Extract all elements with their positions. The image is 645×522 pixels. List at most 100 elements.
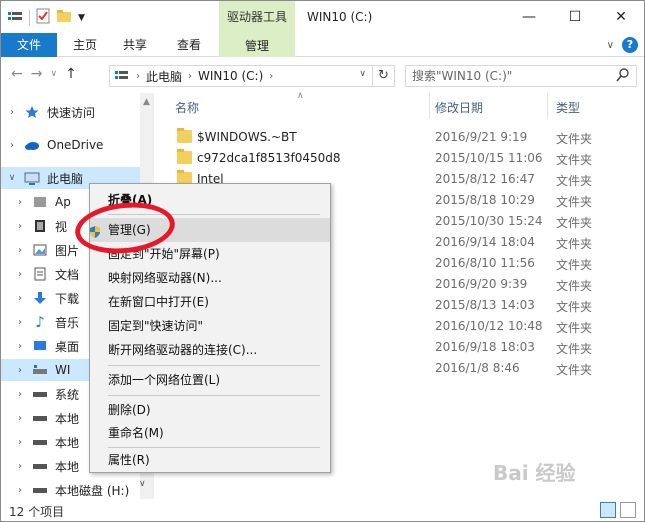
tab-manage[interactable]: 管理 [219,33,295,57]
expand-chevron-icon[interactable]: › [9,269,31,280]
minimize-button[interactable]: — [506,1,552,33]
expand-chevron-icon[interactable]: › [9,365,31,376]
address-row: ← → ∨ ↑ › 此电脑 › WIN10 (C:) › ∨ ↻ 搜索"WIN1… [1,58,644,92]
desktop-icon [31,339,49,353]
file-type: 文件夹 [556,321,593,335]
breadcrumb-drive[interactable]: WIN10 (C:) [198,69,263,83]
item-count: 12 个项目 [9,505,65,519]
expand-chevron-icon[interactable]: › [1,107,23,118]
recent-dropdown-icon[interactable]: ∨ [50,69,57,79]
expand-chevron-icon[interactable]: › [9,197,31,208]
maximize-button[interactable]: ☐ [552,1,598,33]
file-date: 2016/9/21 9:19 [435,130,528,144]
expand-chevron-icon[interactable]: › [9,461,31,472]
breadcrumb-this-pc[interactable]: 此电脑 [146,68,182,85]
file-type: 文件夹 [556,132,593,146]
breadcrumb-chevron-icon[interactable]: › [188,71,192,82]
file-date: 2015/10/15 11:06 [435,151,543,165]
file-name: c972dca1f8513f0450d8 [197,151,341,165]
customize-dropdown-icon[interactable]: ▼ [78,13,85,23]
menu-item-add-network-location[interactable]: 添加一个网络位置(L) [90,368,330,392]
refresh-icon[interactable]: ↻ [372,66,394,86]
expand-chevron-icon[interactable]: › [9,341,31,352]
expand-chevron-icon[interactable]: › [9,485,31,496]
nav-onedrive[interactable]: › OneDrive [1,134,153,156]
tab-share[interactable]: 共享 [113,33,157,57]
expand-chevron-icon[interactable]: › [9,389,31,400]
menu-item-map-drive[interactable]: 映射网络驱动器(N)... [90,266,330,290]
cloud-icon [23,138,41,152]
nav-item-local-drive-h[interactable]: › 本地磁盘 (H:) [1,479,153,501]
column-date[interactable]: 修改日期 [435,99,483,116]
file-type: 文件夹 [556,300,593,314]
table-row[interactable]: $WINDOWS.~BT 2016/9/21 9:19 文件夹 [169,127,644,148]
menu-item-disconnect-drive[interactable]: 断开网络驱动器的连接(C)... [90,338,330,362]
drive-tools-context-title: 驱动器工具 [219,1,295,33]
help-icon[interactable]: ? [622,37,638,53]
column-type[interactable]: 类型 [556,99,580,116]
expand-chevron-icon[interactable]: › [9,221,31,232]
file-date: 2016/8/10 11:56 [435,256,535,270]
sort-ascending-icon: ∧ [297,91,304,101]
windows-drive-icon [31,363,49,377]
tab-home[interactable]: 主页 [63,33,107,57]
expand-chevron-icon[interactable]: › [9,437,31,448]
file-type: 文件夹 [556,195,593,209]
nav-quick-access[interactable]: › 快速访问 [1,101,153,123]
menu-item-pin-quick-access[interactable]: 固定到"快速访问" [90,314,330,338]
expand-ribbon-icon[interactable]: ∨ [607,40,614,51]
file-date: 2015/8/12 16:47 [435,172,535,186]
column-name[interactable]: 名称 [175,99,199,116]
computer-icon [23,171,41,185]
search-input[interactable]: 搜索"WIN10 (C:)" [405,65,637,87]
close-button[interactable]: ✕ [598,1,644,33]
file-type: 文件夹 [556,216,593,230]
star-icon [23,105,41,119]
expand-chevron-icon[interactable]: › [9,293,31,304]
expand-chevron-icon[interactable]: › [1,140,23,151]
menu-item-open-new-window[interactable]: 在新窗口中打开(E) [90,290,330,314]
menu-divider [108,365,320,366]
menu-item-properties[interactable]: 属性(R) [90,448,330,472]
properties-icon[interactable] [36,8,50,27]
back-arrow-icon[interactable]: ← [11,66,23,82]
scroll-down-icon[interactable]: ∨ [139,479,146,489]
file-date: 2016/9/20 9:39 [435,277,528,291]
video-icon [31,219,49,233]
details-view-button[interactable] [600,502,616,518]
file-type: 文件夹 [556,237,593,251]
expand-chevron-icon[interactable]: › [9,317,31,328]
baidu-watermark: Bai 经验 [493,461,576,485]
file-date: 2015/8/18 10:29 [435,193,535,207]
breadcrumb-chevron-icon[interactable]: › [136,71,140,82]
file-type: 文件夹 [556,363,593,377]
column-divider[interactable] [429,93,430,119]
download-arrow-icon [31,291,49,305]
drive-icon [31,483,49,497]
address-dropdown-icon[interactable]: ∨ [359,69,366,79]
table-row[interactable]: c972dca1f8513f0450d8 2015/10/15 11:06 文件夹 [169,148,644,169]
large-icons-view-button[interactable] [620,502,636,518]
new-folder-icon[interactable] [56,9,72,26]
menu-item-rename[interactable]: 重命名(M) [90,421,330,445]
drive-icon [31,435,49,449]
expand-chevron-icon[interactable]: › [9,413,31,424]
scroll-up-icon[interactable]: ▲ [143,97,150,107]
column-divider[interactable] [547,93,548,119]
search-placeholder: 搜索"WIN10 (C:)" [412,69,513,83]
menu-item-delete[interactable]: 删除(D) [90,398,330,422]
explorer-icon[interactable] [7,9,23,26]
expand-chevron-icon[interactable]: › [9,245,31,256]
apps-folder-icon [31,195,49,209]
breadcrumb-chevron-icon[interactable]: › [269,71,273,82]
tab-file[interactable]: 文件 [1,33,57,57]
toolbar-divider [29,9,30,26]
folder-icon [177,128,192,143]
file-list-header: 名称 ∧ 修改日期 类型 [161,91,644,119]
collapse-chevron-icon[interactable]: ∨ [1,173,23,183]
forward-arrow-icon[interactable]: → [31,66,43,82]
ribbon-right-controls: ∨ ? [607,37,638,53]
address-bar[interactable]: › 此电脑 › WIN10 (C:) › ∨ ↻ [109,65,395,87]
up-arrow-icon[interactable]: ↑ [65,66,77,82]
tab-view[interactable]: 查看 [167,33,211,57]
